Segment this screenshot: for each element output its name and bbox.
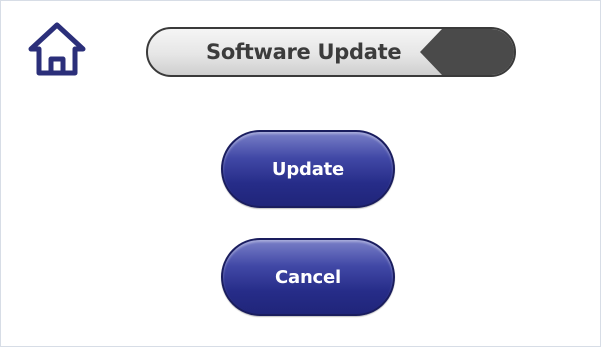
home-icon — [28, 22, 86, 76]
home-button[interactable] — [23, 19, 91, 79]
update-button[interactable]: Update — [221, 130, 395, 208]
cancel-button-label: Cancel — [274, 266, 342, 288]
title-bar: Software Update — [146, 27, 516, 77]
update-button-label: Update — [271, 158, 345, 180]
cancel-button[interactable]: Cancel — [221, 238, 395, 316]
page-title: Software Update — [206, 40, 402, 64]
back-arrow-icon[interactable] — [418, 29, 514, 75]
software-update-screen: Software Update Update Cancel — [0, 0, 601, 347]
